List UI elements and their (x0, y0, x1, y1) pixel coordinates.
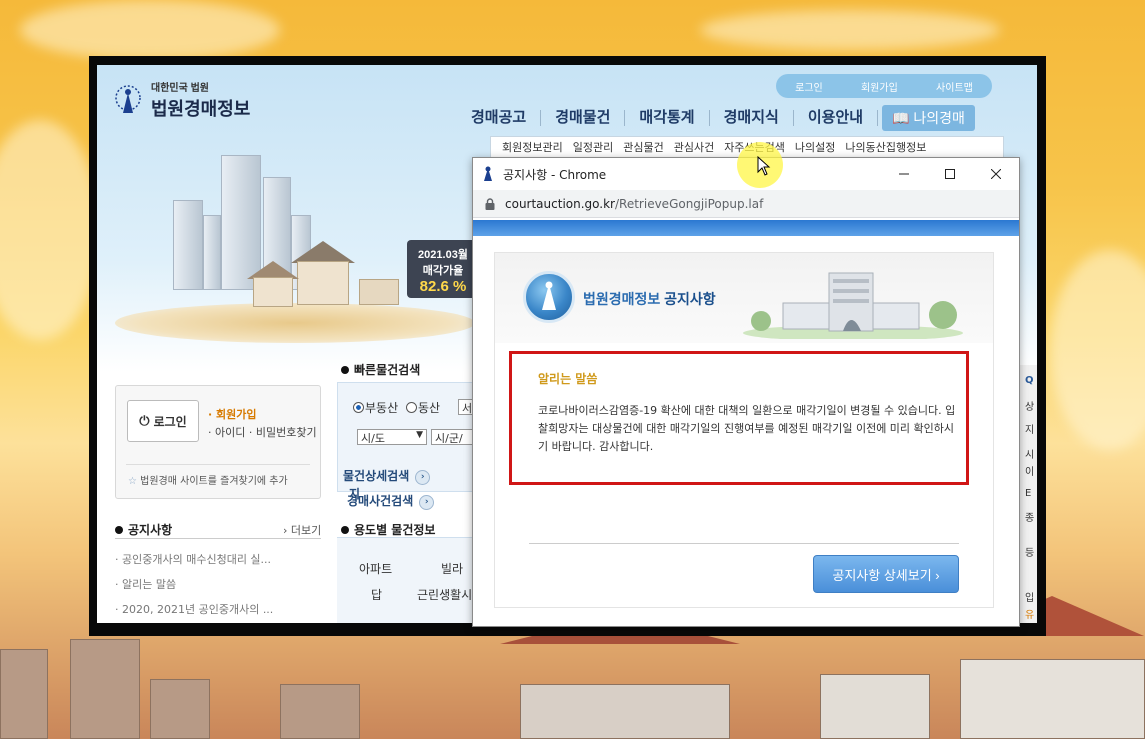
popup-title: 공지사항 - Chrome (503, 167, 607, 182)
close-icon[interactable] (973, 158, 1019, 190)
lock-icon (485, 197, 495, 210)
billboard-label: 매각가율 (422, 265, 464, 277)
notice-section-title: 공지사항 (115, 521, 172, 538)
usage-item[interactable]: 근린생활시 (417, 586, 472, 603)
side-panel: Q 상 지 시 이 E 종 등 입 유 (1017, 365, 1037, 623)
login-button-label: 로그인 (153, 414, 187, 429)
top-links: 로그인 회원가입 사이트맵 (776, 74, 992, 98)
divider (529, 543, 959, 544)
power-icon: ⏻ (139, 413, 150, 429)
subnav-item[interactable]: 관심사건 (669, 139, 719, 155)
my-auction-label: 나의경매 (913, 110, 965, 126)
chevron-right-icon: › (415, 470, 431, 485)
nav-item-knowledge[interactable]: 경매지식 (710, 110, 794, 126)
notice-card: 법원경매정보 공지사항 알리는 말씀 코로나바이러스감염증-19 확산에 대한 … (494, 252, 994, 608)
sido-select[interactable]: 시/도 ▼ (357, 429, 427, 445)
sigungu-select[interactable]: 시/군/ (431, 429, 477, 445)
radio-unchecked-icon (406, 402, 417, 413)
nav-item-guide[interactable]: 이용안내 (794, 110, 879, 126)
notice-card-title: 법원경매정보 공지사항 (583, 291, 716, 307)
cloud (0, 120, 100, 340)
site-logo[interactable]: 대한민국 법원 법원경매정보 (109, 83, 250, 121)
nav-item-stats[interactable]: 매각통계 (625, 110, 710, 126)
notice-highlight-box: 알리는 말씀 코로나바이러스감염증-19 확산에 대한 대책의 일환으로 매각기… (509, 351, 969, 485)
add-favorite-link[interactable]: ☆ 법원경매 사이트를 즐겨찾기에 추가 (128, 472, 288, 487)
popup-window: 공지사항 - Chrome courtauction.go.kr/Retriev… (472, 157, 1020, 627)
star-icon: ☆ (128, 476, 137, 487)
radio-realestate[interactable]: 부동산 (353, 399, 398, 416)
usage-section-title: 용도별 물건정보 (341, 521, 435, 538)
chrome-app-icon (479, 165, 497, 183)
notice-heading: 알리는 말씀 (538, 372, 598, 386)
top-link-sitemap[interactable]: 사이트맵 (936, 79, 973, 94)
sale-rate-billboard: 2021.03월 매각가율 82.6 % (407, 240, 479, 298)
nav-item-notice[interactable]: 경매공고 (457, 110, 542, 126)
usage-item[interactable]: 아파트 (359, 560, 392, 577)
radio-movable[interactable]: 동산 (406, 399, 440, 416)
list-item[interactable]: · 알리는 말씀 (115, 576, 273, 592)
notice-list: · 공인중개사의 매수신청대리 실... · 알리는 말씀 · 2020, 20… (115, 551, 273, 623)
cloud (20, 0, 280, 60)
quick-search-title: 빠른물건검색 (341, 361, 420, 378)
subnav-item[interactable]: 회원정보관리 (497, 139, 568, 155)
nav-item-my-auction[interactable]: 📖 나의경매 (882, 105, 975, 131)
nav-item-items[interactable]: 경매물건 (541, 110, 626, 126)
usage-item[interactable]: 빌라 (441, 560, 463, 577)
top-link-login[interactable]: 로그인 (795, 79, 823, 94)
logo-title: 법원경매정보 (151, 99, 251, 119)
mouse-cursor-icon (737, 142, 783, 188)
notice-title: 공지사항 (128, 523, 173, 537)
login-button[interactable]: ⏻ 로그인 (127, 400, 199, 442)
find-account-label: 아이디 · 비밀번호찾기 (215, 426, 317, 439)
cloud (1050, 250, 1145, 450)
cloud (700, 10, 1000, 50)
usage-item[interactable]: 답 (371, 586, 382, 603)
address-bar[interactable]: courtauction.go.kr/RetrieveGongjiPopup.l… (473, 190, 1019, 218)
subnav-item[interactable]: 관심물건 (618, 139, 668, 155)
notice-card-header: 법원경매정보 공지사항 (495, 253, 993, 343)
url-host: courtauction.go.kr (505, 196, 615, 211)
main-nav: 경매공고 경매물건 매각통계 경매지식 이용안내 📖 나의경매 (457, 105, 975, 131)
book-icon: 📖 (892, 110, 910, 126)
logo-subtitle: 대한민국 법원 (151, 83, 209, 94)
minimize-icon[interactable] (881, 158, 927, 190)
court-emblem-icon (523, 271, 575, 323)
join-link[interactable]: · 회원가입 (208, 406, 257, 422)
gavel-logo-icon (109, 83, 147, 121)
list-item[interactable]: · 2020, 2021년 공인중개사의 ... (115, 601, 273, 617)
radio-checked-icon (353, 402, 364, 413)
chevron-down-icon: ▼ (416, 430, 423, 440)
login-box: ⏻ 로그인 · 회원가입 · 아이디 · 비밀번호찾기 ☆ 법원경매 사이트를 … (115, 385, 321, 499)
chevron-right-icon: › (419, 495, 435, 510)
subnav-item[interactable]: 일정관리 (568, 139, 618, 155)
court-building-illustration (743, 269, 963, 341)
join-label: 회원가입 (216, 408, 257, 421)
add-favorite-label: 법원경매 사이트를 즐겨찾기에 추가 (140, 476, 288, 487)
maximize-icon[interactable] (927, 158, 973, 190)
billboard-value: 82.6 % (419, 278, 467, 295)
notice-more-link[interactable]: › 더보기 (283, 522, 321, 538)
case-search-link[interactable]: 경매사건검색 › (347, 492, 435, 510)
find-account-link[interactable]: · 아이디 · 비밀번호찾기 (208, 424, 317, 440)
billboard-date: 2021.03월 (418, 249, 468, 261)
subnav-item[interactable]: 나의동산집행정보 (840, 139, 931, 155)
list-item[interactable]: · 공인중개사의 매수신청대리 실... (115, 551, 273, 567)
subnav-item[interactable]: 나의설정 (790, 139, 840, 155)
notice-body: 코로나바이러스감염증-19 확산에 대한 대책의 일환으로 매각기일이 변경될 … (538, 404, 956, 453)
notice-detail-button[interactable]: 공지사항 상세보기 › (813, 555, 959, 593)
popup-header-bar (473, 220, 1019, 236)
top-link-join[interactable]: 회원가입 (861, 79, 898, 94)
url-path: /RetrieveGongjiPopup.laf (615, 196, 764, 211)
